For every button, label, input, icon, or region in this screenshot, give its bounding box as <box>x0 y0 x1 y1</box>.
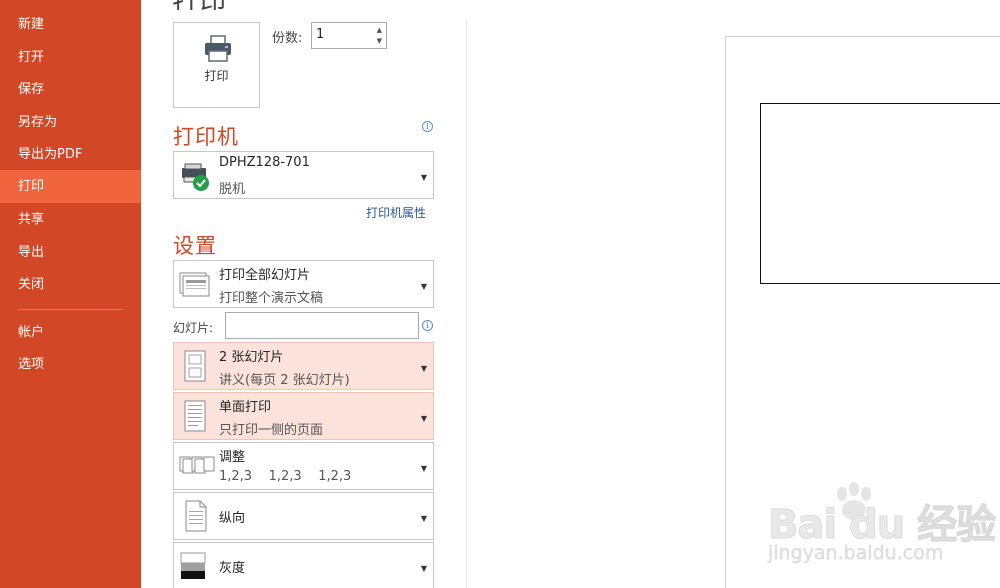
info-icon[interactable]: i <box>422 121 433 132</box>
nav-save-as[interactable]: 另存为 <box>0 106 141 139</box>
watermark-url: jingyan.baidu.com <box>768 542 944 565</box>
printer-properties-link[interactable]: 打印机属性 <box>366 204 426 221</box>
nav-account[interactable]: 帐户 <box>0 316 141 349</box>
slides-stack-icon <box>179 272 210 297</box>
nav-divider <box>18 309 123 310</box>
color-title: 灰度 <box>219 561 246 576</box>
collate-subtitle: 1,2,3 1,2,3 1,2,3 <box>219 469 352 484</box>
settings-heading: 设置 <box>173 234 217 258</box>
layout-subtitle: 讲义(每页 2 张幻灯片) <box>219 373 350 388</box>
page-title-container: 打印 <box>172 0 292 10</box>
orientation-dropdown[interactable]: 纵向 ▼ <box>173 492 434 540</box>
printer-heading: 打印机 <box>173 125 239 149</box>
nav-options[interactable]: 选项 <box>0 348 141 381</box>
copies-field[interactable]: 1 ▲ ▼ <box>311 22 387 49</box>
layout-dropdown[interactable]: 2 张幻灯片 讲义(每页 2 张幻灯片) ▼ <box>173 342 434 390</box>
color-dropdown[interactable]: 灰度 ▼ <box>173 542 434 588</box>
collate-title: 调整 <box>219 450 246 465</box>
collate-icon <box>179 456 215 474</box>
print-range-title: 打印全部幻灯片 <box>219 268 311 283</box>
baidu-watermark: Bai du 经验 jingyan.baidu.com <box>760 478 1000 588</box>
grayscale-icon <box>180 552 206 579</box>
page-title: 打印 <box>172 0 228 10</box>
layout-title: 2 张幻灯片 <box>219 350 284 365</box>
print-button-label: 打印 <box>204 69 229 83</box>
handout-layout-icon <box>184 350 206 382</box>
preview-slide-frame <box>760 103 1000 284</box>
print-range-subtitle: 打印整个演示文稿 <box>219 291 324 306</box>
printer-ready-icon <box>182 163 209 191</box>
info-icon[interactable]: i <box>422 320 433 331</box>
chevron-down-icon: ▼ <box>420 364 427 373</box>
spin-up-icon[interactable]: ▲ <box>377 26 382 34</box>
copies-value: 1 <box>316 27 325 42</box>
nav-new[interactable]: 新建 <box>0 8 141 41</box>
printer-name: DPHZ128-701 <box>219 155 310 170</box>
printer-icon <box>205 35 231 62</box>
nav-print[interactable]: 打印 <box>0 170 141 203</box>
orientation-title: 纵向 <box>219 511 246 526</box>
portrait-page-icon <box>185 500 207 532</box>
nav-export[interactable]: 导出 <box>0 236 141 269</box>
printer-dropdown[interactable]: DPHZ128-701 脱机 ▼ <box>173 151 434 199</box>
copies-label: 份数: <box>272 31 303 46</box>
collate-dropdown[interactable]: 调整 1,2,3 1,2,3 1,2,3 ▼ <box>173 442 434 490</box>
nav-share[interactable]: 共享 <box>0 203 141 236</box>
chevron-down-icon: ▼ <box>420 173 427 182</box>
slides-label: 幻灯片: <box>173 321 214 335</box>
chevron-down-icon: ▼ <box>420 564 427 573</box>
spin-down-icon[interactable]: ▼ <box>377 37 382 45</box>
panel-divider <box>466 20 467 588</box>
nav-export-pdf[interactable]: 导出为PDF <box>0 138 141 171</box>
nav-open[interactable]: 打开 <box>0 41 141 74</box>
sides-title: 单面打印 <box>219 400 272 415</box>
print-range-dropdown[interactable]: 打印全部幻灯片 打印整个演示文稿 ▼ <box>173 260 434 308</box>
sides-subtitle: 只打印一侧的页面 <box>219 423 324 438</box>
printer-status: 脱机 <box>219 182 246 197</box>
chevron-down-icon: ▼ <box>420 414 427 423</box>
nav-save[interactable]: 保存 <box>0 73 141 106</box>
chevron-down-icon: ▼ <box>420 282 427 291</box>
sides-dropdown[interactable]: 单面打印 只打印一侧的页面 ▼ <box>173 392 434 440</box>
single-sided-icon <box>184 400 206 432</box>
slides-input[interactable] <box>225 312 419 339</box>
print-button[interactable]: 打印 <box>173 22 260 108</box>
chevron-down-icon: ▼ <box>420 464 427 473</box>
chevron-down-icon: ▼ <box>420 514 427 523</box>
nav-close[interactable]: 关闭 <box>0 268 141 301</box>
backstage-sidebar: 新建 打开 保存 另存为 导出为PDF 打印 共享 导出 关闭 帐户 选项 <box>0 0 141 588</box>
